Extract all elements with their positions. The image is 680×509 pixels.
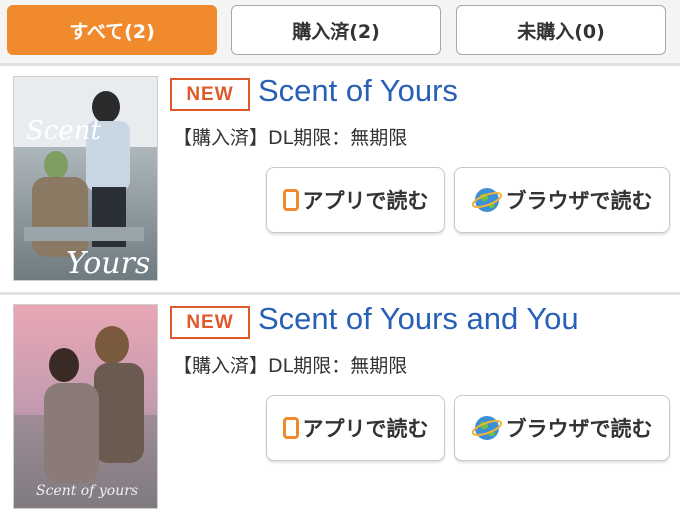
list-item: Scent Yours NEW Scent of Yours 【購入済】DL期限…	[0, 67, 680, 289]
read-in-browser-label: ブラウザで読む	[505, 189, 653, 213]
tab-not-purchased[interactable]: 未購入(0)	[456, 5, 666, 55]
read-in-browser-button[interactable]: ブラウザで読む	[454, 167, 670, 233]
cover-title-text: Scent of yours	[36, 483, 138, 499]
read-in-app-label: アプリで読む	[302, 417, 429, 441]
item-title[interactable]: Scent of Yours and You	[258, 301, 579, 337]
purchase-status: 【購入済】DL期限：無期限	[173, 127, 408, 149]
tab-all[interactable]: すべて(2)	[7, 5, 217, 55]
read-in-browser-label: ブラウザで読む	[505, 417, 653, 441]
item-title[interactable]: Scent of Yours	[258, 73, 458, 109]
cover-subtitle-text: Yours	[66, 246, 150, 281]
book-cover[interactable]: Scent of yours	[13, 304, 158, 509]
app-icon	[282, 189, 299, 211]
read-in-app-label: アプリで読む	[302, 189, 429, 213]
purchase-status: 【購入済】DL期限：無期限	[173, 355, 408, 377]
book-cover[interactable]: Scent Yours	[13, 76, 158, 281]
tab-divider	[0, 63, 680, 66]
tab-purchased[interactable]: 購入済(2)	[231, 5, 441, 55]
list-item: Scent of yours NEW Scent of Yours and Yo…	[0, 292, 680, 509]
read-in-app-button[interactable]: アプリで読む	[266, 167, 445, 233]
cover-title-text: Scent	[26, 116, 102, 146]
new-badge: NEW	[170, 78, 250, 111]
tab-bar: すべて(2) 購入済(2) 未購入(0)	[0, 0, 680, 64]
globe-icon	[471, 416, 502, 440]
read-in-browser-button[interactable]: ブラウザで読む	[454, 395, 670, 461]
new-badge: NEW	[170, 306, 250, 339]
read-in-app-button[interactable]: アプリで読む	[266, 395, 445, 461]
app-icon	[282, 417, 299, 439]
globe-icon	[471, 188, 502, 212]
